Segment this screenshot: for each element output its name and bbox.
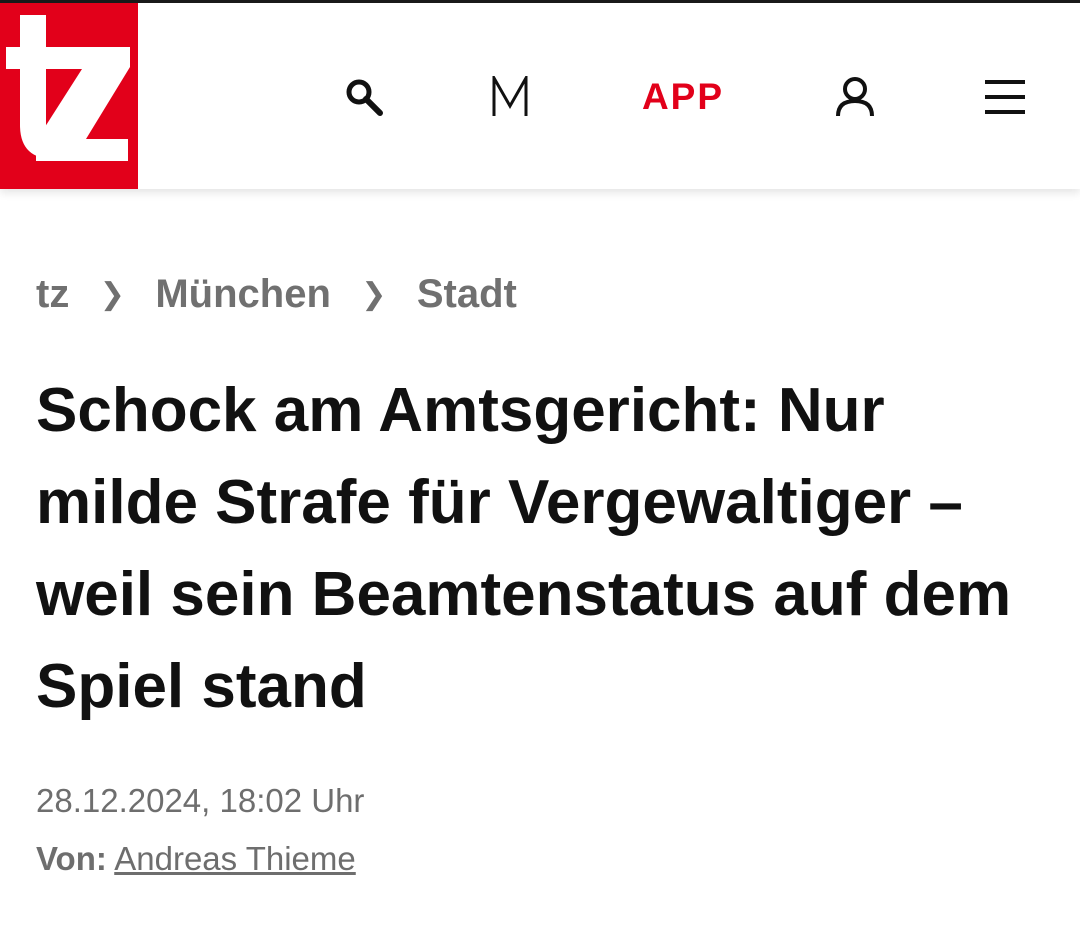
account-button[interactable] bbox=[823, 65, 887, 129]
site-header: APP bbox=[0, 3, 1080, 189]
menu-button[interactable] bbox=[973, 65, 1037, 129]
author-prefix: Von: bbox=[36, 840, 107, 877]
user-icon bbox=[836, 77, 874, 117]
publish-date: 28.12.2024, 18:02 Uhr bbox=[36, 782, 365, 819]
breadcrumb: tz ❯ München ❯ Stadt bbox=[36, 272, 517, 317]
merkur-button[interactable] bbox=[478, 65, 542, 129]
menu-icon bbox=[985, 80, 1025, 114]
breadcrumb-item-stadt[interactable]: Stadt bbox=[417, 272, 517, 317]
breadcrumb-separator-icon: ❯ bbox=[99, 278, 125, 311]
search-icon bbox=[346, 79, 383, 116]
tz-logo[interactable] bbox=[0, 3, 138, 189]
article-headline: Schock am Amtsgericht: Nur milde Strafe … bbox=[36, 376, 1012, 721]
tz-logo-mark bbox=[0, 3, 138, 189]
breadcrumb-item-tz[interactable]: tz bbox=[36, 272, 69, 317]
m-icon bbox=[492, 76, 528, 116]
breadcrumb-item-muenchen[interactable]: München bbox=[155, 272, 331, 317]
author-line: Von: Andreas Thieme bbox=[36, 840, 356, 878]
breadcrumb-separator-icon: ❯ bbox=[361, 278, 387, 311]
author-link[interactable]: Andreas Thieme bbox=[114, 840, 356, 877]
search-button[interactable] bbox=[332, 65, 396, 129]
app-button[interactable]: APP bbox=[628, 65, 738, 129]
